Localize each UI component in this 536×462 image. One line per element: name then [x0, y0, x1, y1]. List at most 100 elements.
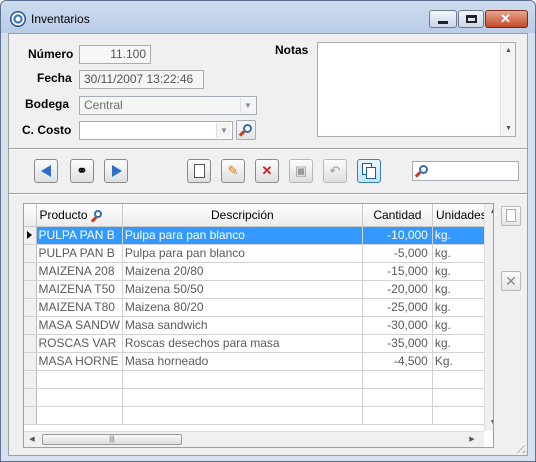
column-header-cantidad[interactable]: Cantidad — [362, 204, 433, 227]
cell-cantidad[interactable]: -20,000 — [362, 280, 433, 299]
new-doc-icon — [506, 209, 516, 222]
cell-producto[interactable]: MAIZENA T50 — [36, 280, 123, 299]
undo-button[interactable]: ↶ — [323, 159, 347, 183]
numero-field[interactable]: 11.100 — [79, 45, 151, 64]
quick-search-input[interactable] — [412, 161, 519, 181]
save-button[interactable]: ▣ — [289, 159, 313, 183]
cell-producto[interactable]: MASA HORNE — [36, 352, 123, 371]
divider — [9, 148, 527, 150]
cell-descripcion[interactable]: Masa horneado — [122, 352, 363, 371]
fecha-field[interactable]: 30/11/2007 13:22:46 — [79, 70, 204, 89]
items-grid[interactable]: Producto Descripción Cantidad Unidades P… — [23, 203, 494, 448]
chevron-down-icon[interactable]: ▼ — [216, 123, 231, 138]
scroll-right-icon[interactable]: ▶ — [464, 432, 480, 447]
app-logo-icon — [10, 11, 26, 27]
client-area: Número 11.100 Fecha 30/11/2007 13:22:46 … — [8, 33, 528, 456]
table-row[interactable]: MASA SANDW Masa sandwich -30,000 kg. — [24, 316, 491, 335]
cell-descripcion[interactable]: Maizena 50/50 — [122, 280, 363, 299]
cell-descripcion[interactable]: Pulpa para pan blanco — [122, 226, 363, 245]
cell-descripcion[interactable]: Roscas desechos para masa — [122, 334, 363, 353]
bodega-select[interactable]: Central ▼ — [79, 96, 257, 115]
resize-grip-icon[interactable] — [513, 441, 525, 453]
cell-descripcion[interactable]: Maizena 80/20 — [122, 298, 363, 317]
scroll-left-icon[interactable]: ◀ — [24, 432, 40, 447]
notas-scrollbar[interactable]: ▲ ▼ — [500, 43, 515, 136]
cell-cantidad[interactable]: -15,000 — [362, 262, 433, 281]
delete-x-icon: ✕ — [261, 163, 273, 178]
scroll-down-icon[interactable]: ▼ — [501, 121, 516, 136]
items-table: Producto Descripción Cantidad Unidades P… — [24, 204, 491, 425]
delete-row-button[interactable]: ✕ — [501, 271, 521, 291]
previous-button[interactable] — [34, 159, 58, 183]
undo-icon: ↶ — [329, 163, 341, 178]
cell-descripcion[interactable]: Masa sandwich — [122, 316, 363, 335]
fecha-label: Fecha — [37, 71, 72, 85]
maximize-button[interactable] — [458, 10, 484, 28]
cell-cantidad[interactable]: -4,500 — [362, 352, 433, 371]
cell-cantidad[interactable]: -35,000 — [362, 334, 433, 353]
search-icon[interactable] — [90, 209, 105, 223]
delete-button[interactable]: ✕ — [255, 159, 279, 183]
edit-button[interactable]: ✎ — [221, 159, 245, 183]
minimize-button[interactable] — [429, 10, 457, 28]
cell-unidades[interactable]: kg. — [432, 298, 491, 317]
find-button[interactable]: ⚭ — [70, 159, 94, 183]
column-header-producto[interactable]: Producto — [36, 204, 123, 227]
costo-select[interactable]: ▼ — [79, 121, 233, 140]
empty-row[interactable] — [24, 370, 491, 389]
horizontal-scroll-thumb[interactable]: ||| — [42, 434, 182, 445]
row-indicator — [24, 280, 37, 299]
copy-button[interactable] — [357, 159, 381, 183]
cell-producto[interactable]: PULPA PAN B — [36, 226, 123, 245]
cell-unidades[interactable]: Kg. — [432, 352, 491, 371]
cell-producto[interactable]: PULPA PAN B — [36, 244, 123, 263]
next-button[interactable] — [104, 159, 128, 183]
cell-unidades[interactable]: kg. — [432, 244, 491, 263]
table-row[interactable]: MAIZENA T80 Maizena 80/20 -25,000 kg. — [24, 298, 491, 317]
title-bar[interactable]: Inventarios ✕ — [1, 1, 535, 33]
cell-producto[interactable]: MAIZENA 208 — [36, 262, 123, 281]
table-row[interactable]: MAIZENA 208 Maizena 20/80 -15,000 kg. — [24, 262, 491, 281]
new-doc-icon — [194, 164, 205, 178]
costo-search-button[interactable] — [236, 120, 256, 140]
window-title: Inventarios — [31, 12, 90, 26]
column-header-unidades[interactable]: Unidades — [432, 204, 491, 227]
cell-unidades[interactable]: kg. — [432, 226, 491, 245]
column-header-descripcion[interactable]: Descripción — [122, 204, 363, 227]
cell-unidades[interactable]: kg. — [432, 334, 491, 353]
table-row[interactable]: MASA HORNE Masa horneado -4,500 Kg. — [24, 352, 491, 371]
scroll-up-icon[interactable]: ▲ — [501, 43, 516, 58]
delete-x-icon: ✕ — [505, 273, 517, 289]
cell-descripcion[interactable]: Pulpa para pan blanco — [122, 244, 363, 263]
add-row-button[interactable] — [501, 206, 521, 226]
grid-header-row: Producto Descripción Cantidad Unidades — [24, 204, 491, 227]
table-row[interactable]: MAIZENA T50 Maizena 50/50 -20,000 kg. — [24, 280, 491, 299]
scroll-up-icon[interactable]: ▲ — [485, 204, 493, 220]
notas-label: Notas — [275, 43, 309, 57]
cell-producto[interactable]: MAIZENA T80 — [36, 298, 123, 317]
new-button[interactable] — [187, 159, 211, 183]
grid-vertical-scrollbar[interactable]: ▲ ▼ — [484, 204, 493, 431]
close-button[interactable]: ✕ — [485, 10, 528, 28]
notas-textarea[interactable]: ▲ ▼ — [317, 42, 516, 137]
cell-producto[interactable]: MASA SANDW — [36, 316, 123, 335]
empty-row[interactable] — [24, 406, 491, 425]
row-indicator — [24, 352, 37, 371]
empty-row[interactable] — [24, 388, 491, 407]
scroll-down-icon[interactable]: ▼ — [485, 415, 493, 431]
chevron-down-icon[interactable]: ▼ — [240, 98, 255, 113]
cell-unidades[interactable]: kg. — [432, 316, 491, 335]
current-row-icon — [27, 231, 32, 239]
cell-cantidad[interactable]: -25,000 — [362, 298, 433, 317]
table-row[interactable]: PULPA PAN B Pulpa para pan blanco -10,00… — [24, 226, 491, 245]
cell-unidades[interactable]: kg. — [432, 280, 491, 299]
table-row[interactable]: PULPA PAN B Pulpa para pan blanco -5,000… — [24, 244, 491, 263]
cell-cantidad[interactable]: -10,000 — [362, 226, 433, 245]
table-row[interactable]: ROSCAS VAR Roscas desechos para masa -35… — [24, 334, 491, 353]
grid-horizontal-scrollbar[interactable]: ◀ ||| ▶ — [24, 431, 484, 447]
cell-descripcion[interactable]: Maizena 20/80 — [122, 262, 363, 281]
cell-cantidad[interactable]: -30,000 — [362, 316, 433, 335]
cell-cantidad[interactable]: -5,000 — [362, 244, 433, 263]
cell-unidades[interactable]: kg. — [432, 262, 491, 281]
cell-producto[interactable]: ROSCAS VAR — [36, 334, 123, 353]
